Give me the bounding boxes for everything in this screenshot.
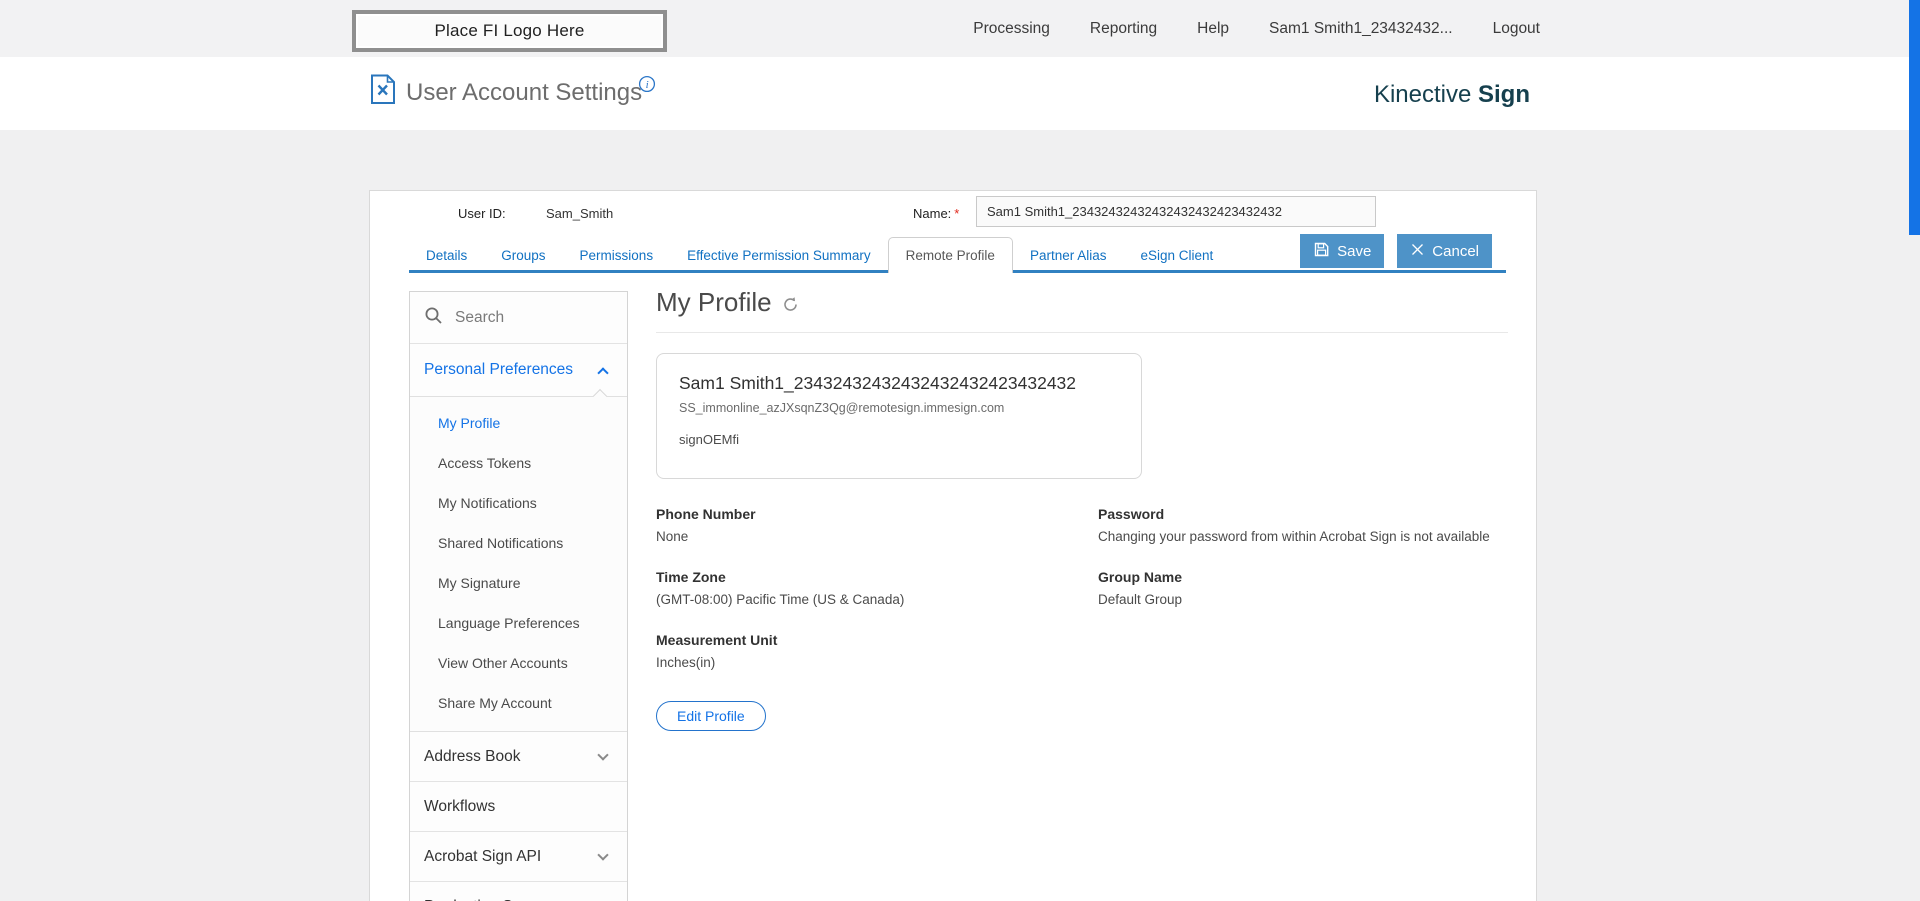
my-profile-heading: My Profile xyxy=(656,287,1508,318)
user-id-label: User ID: xyxy=(458,206,506,221)
tab-permissions[interactable]: Permissions xyxy=(563,240,671,270)
sidebar-item-language-preferences[interactable]: Language Preferences xyxy=(410,603,627,643)
phone-number-value: None xyxy=(656,529,689,544)
password-field: Password Changing your password from wit… xyxy=(1098,506,1508,544)
settings-sidebar: Personal Preferences My Profile Access T… xyxy=(409,291,628,901)
time-zone-value: (GMT-08:00) Pacific Time (US & Canada) xyxy=(656,592,905,607)
brand-bold: Sign xyxy=(1478,81,1530,108)
nav-processing[interactable]: Processing xyxy=(973,20,1050,38)
time-zone-label: Time Zone xyxy=(656,569,726,585)
app-header: User Account Settings i Kinective Sign xyxy=(0,57,1920,130)
screen: Place FI Logo Here Processing Reporting … xyxy=(0,0,1920,901)
save-label: Save xyxy=(1337,242,1372,260)
action-buttons: Save Cancel xyxy=(1300,234,1492,268)
profile-account-tag: signOEMfi xyxy=(679,432,739,447)
search-input[interactable] xyxy=(455,308,605,327)
cancel-x-icon xyxy=(1410,242,1425,261)
refresh-icon[interactable] xyxy=(782,296,799,313)
sidebar-item-acrobat-sign-api[interactable]: Acrobat Sign API xyxy=(410,832,627,882)
time-zone-field: Time Zone (GMT-08:00) Pacific Time (US &… xyxy=(656,569,1098,607)
personal-preferences-submenu: My Profile Access Tokens My Notification… xyxy=(410,388,627,732)
sidebar-item-share-my-account[interactable]: Share My Account xyxy=(410,683,627,723)
sidebar-item-address-book[interactable]: Address Book xyxy=(410,732,627,782)
fields-left-column: Phone Number None Time Zone (GMT-08:00) … xyxy=(656,506,1098,731)
password-value: Changing your password from within Acrob… xyxy=(1098,529,1490,544)
cancel-button[interactable]: Cancel xyxy=(1397,234,1492,268)
fi-logo-text: Place FI Logo Here xyxy=(434,21,585,40)
profile-summary-card: Sam1 Smith1_2343243243243243243242343243… xyxy=(656,353,1142,479)
chevron-up-icon xyxy=(597,367,609,379)
name-label: Name: * xyxy=(913,206,960,221)
nav-current-user[interactable]: Sam1 Smith1_23432432... xyxy=(1269,20,1453,38)
phone-number-field: Phone Number None xyxy=(656,506,1098,544)
top-navigation: Processing Reporting Help Sam1 Smith1_23… xyxy=(973,0,1540,57)
save-button[interactable]: Save xyxy=(1300,234,1385,268)
cancel-label: Cancel xyxy=(1432,242,1479,260)
scrollbar-thumb[interactable] xyxy=(1909,0,1920,235)
measurement-unit-field: Measurement Unit Inches(in) xyxy=(656,632,1098,670)
tab-partner-alias[interactable]: Partner Alias xyxy=(1013,240,1124,270)
user-settings-doc-icon xyxy=(370,74,396,110)
group-name-field: Group Name Default Group xyxy=(1098,569,1508,607)
measurement-unit-label: Measurement Unit xyxy=(656,632,778,648)
personal-preferences-label: Personal Preferences xyxy=(424,361,574,378)
heading-divider xyxy=(656,332,1508,333)
save-icon xyxy=(1313,241,1330,262)
nav-logout[interactable]: Logout xyxy=(1493,20,1540,38)
edit-profile-button[interactable]: Edit Profile xyxy=(656,701,766,731)
tab-remote-profile[interactable]: Remote Profile xyxy=(887,237,1013,273)
sidebar-item-my-notifications[interactable]: My Notifications xyxy=(410,483,627,523)
measurement-unit-value: Inches(in) xyxy=(656,655,716,670)
my-profile-panel: My Profile Sam1 Smith1_23432432432432432… xyxy=(656,287,1508,731)
tab-details[interactable]: Details xyxy=(409,240,484,270)
nav-reporting[interactable]: Reporting xyxy=(1090,20,1157,38)
nav-help[interactable]: Help xyxy=(1197,20,1229,38)
chevron-down-icon xyxy=(597,848,609,861)
sidebar-item-view-other-accounts[interactable]: View Other Accounts xyxy=(410,643,627,683)
sidebar-item-my-signature[interactable]: My Signature xyxy=(410,563,627,603)
group-name-label: Group Name xyxy=(1098,569,1183,585)
tab-effective-permission-summary[interactable]: Effective Permission Summary xyxy=(670,240,888,270)
required-asterisk: * xyxy=(954,206,960,221)
profile-fields: Phone Number None Time Zone (GMT-08:00) … xyxy=(656,506,1508,731)
sidebar-item-shared-notifications[interactable]: Shared Notifications xyxy=(410,523,627,563)
password-label: Password xyxy=(1098,506,1165,522)
chevron-down-icon xyxy=(597,748,609,761)
search-icon xyxy=(424,306,443,330)
kinective-sign-logo: Kinective Sign xyxy=(1374,81,1530,109)
fi-logo-placeholder: Place FI Logo Here xyxy=(352,10,667,52)
sidebar-search xyxy=(410,292,627,344)
tab-groups[interactable]: Groups xyxy=(484,240,562,270)
sidebar-item-production-sync[interactable]: Production Sync xyxy=(410,882,627,901)
sidebar-item-my-profile[interactable]: My Profile xyxy=(410,403,627,443)
brand-regular: Kinective xyxy=(1373,81,1472,108)
sidebar-item-access-tokens[interactable]: Access Tokens xyxy=(410,443,627,483)
profile-display-name: Sam1 Smith1_2343243243243243243242343243… xyxy=(679,373,1077,393)
info-icon[interactable]: i xyxy=(638,75,656,98)
sidebar-item-workflows[interactable]: Workflows xyxy=(410,782,627,832)
scrollbar-track[interactable] xyxy=(1909,0,1920,901)
name-input[interactable] xyxy=(976,196,1376,227)
group-name-value: Default Group xyxy=(1098,592,1183,607)
page-title: User Account Settings xyxy=(406,79,643,106)
phone-number-label: Phone Number xyxy=(656,506,756,522)
tab-esign-client[interactable]: eSign Client xyxy=(1123,240,1230,270)
topbar: Place FI Logo Here Processing Reporting … xyxy=(0,0,1920,57)
user-id-value: Sam_Smith xyxy=(546,206,614,221)
profile-email: SS_immonline_azJXsqnZ3Qg@remotesign.imme… xyxy=(679,401,1005,415)
svg-text:i: i xyxy=(646,79,649,91)
fields-right-column: Password Changing your password from wit… xyxy=(1098,506,1508,731)
user-settings-card: User ID: Sam_Smith Name:* Details Groups… xyxy=(369,190,1537,901)
sidebar-item-personal-preferences[interactable]: Personal Preferences xyxy=(410,344,627,396)
